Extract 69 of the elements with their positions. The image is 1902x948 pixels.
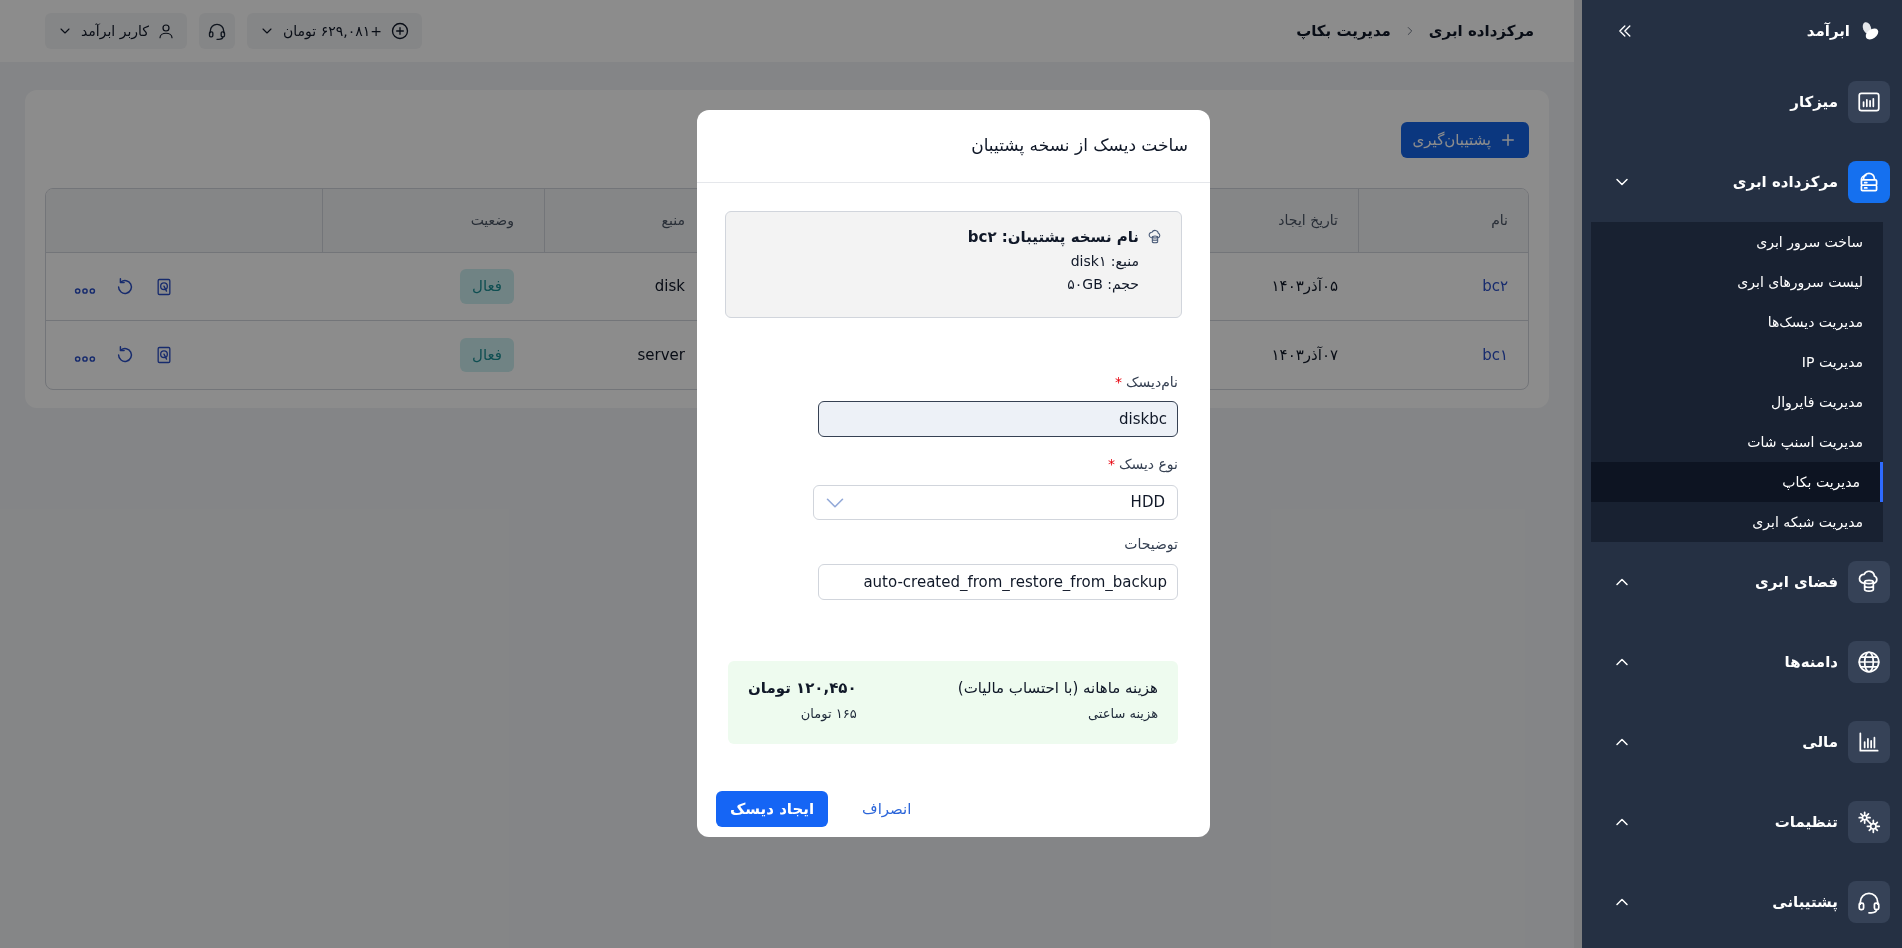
sidebar-label: مالی	[1802, 731, 1838, 753]
sidebar-label: دامنه‌ها	[1784, 651, 1838, 673]
breadcrumb-link[interactable]: مرکزداده ابری	[1428, 19, 1534, 43]
sidebar-item[interactable]: میزکار	[1582, 62, 1902, 142]
sidebar-item[interactable]: پشتیبانی	[1582, 862, 1902, 942]
backup-name: نام نسخه پشتیبان: bc۲	[967, 227, 1139, 249]
field-label-text: نوع دیسک	[1118, 455, 1178, 475]
column-header: وضعیت	[322, 189, 544, 252]
submenu-item[interactable]: مدیریت دیسک‌ها	[1591, 302, 1883, 342]
plus-icon	[1499, 131, 1517, 149]
sidebar-label: پشتیبانی	[1772, 891, 1838, 914]
field-label-text: نام‌دیسک	[1126, 373, 1178, 392]
required-mark: *	[1107, 455, 1115, 474]
breadcrumb-link[interactable]: مدیریت بکاپ	[1296, 19, 1391, 43]
submenu-item[interactable]: مدیریت شبکه ابری	[1591, 502, 1883, 542]
chevron-down-icon	[826, 497, 844, 508]
backup-name-link[interactable]: bc۱	[1482, 343, 1508, 367]
submenu-item[interactable]: مدیریت اسنپ شات	[1591, 422, 1883, 462]
hourly-label: هزینه ساعتی	[1086, 704, 1158, 723]
user-icon	[157, 22, 175, 40]
sidebar-item[interactable]: فضای ابری	[1582, 542, 1902, 622]
status-badge: فعال	[460, 269, 514, 304]
sidebar-label: تنظیمات	[1774, 811, 1838, 833]
submenu-item[interactable]: مدیریت بکاپ	[1591, 462, 1883, 502]
scrollbar[interactable]	[1574, 0, 1582, 948]
gears-icon	[1856, 809, 1882, 835]
select-value: HDD	[1130, 492, 1165, 514]
submenu-item[interactable]: مدیریت فایروال	[1591, 382, 1883, 422]
support-button[interactable]	[199, 13, 235, 49]
more-icon	[74, 355, 96, 363]
more-icon	[74, 286, 96, 295]
hourly-price: ۱۶۵ تومان	[799, 704, 857, 723]
input-field[interactable]: diskbc	[818, 401, 1178, 437]
submenu-item[interactable]: مدیریت IP	[1591, 342, 1883, 382]
cancel-button[interactable]: انصراف	[858, 791, 916, 827]
balance-button[interactable]: +۶۲۹,۰۸۱ تومان	[247, 13, 422, 49]
headset-icon	[207, 21, 227, 41]
brand-name: ابرآمد	[1806, 20, 1850, 42]
sidebar-item[interactable]: مرکزداده ابری	[1582, 142, 1902, 222]
required-mark: *	[1115, 373, 1122, 392]
cost-title: هزینه ماهانه (با احتساب مالیات)	[957, 678, 1158, 699]
table-cell-text: ۰۷آذر۱۴۰۳	[1271, 344, 1338, 366]
backup-name-link[interactable]: bc۲	[1482, 275, 1508, 298]
globe-icon	[1856, 649, 1882, 675]
submenu-item[interactable]: لیست سرورهای ابری	[1591, 262, 1883, 302]
cloud-database-icon	[1147, 229, 1163, 245]
sidebar-label: میزکار	[1790, 91, 1838, 113]
sidebar-label: فضای ابری	[1754, 571, 1838, 593]
backup-size: حجم: ۵۰GB	[1066, 274, 1139, 295]
column-header: نام	[1358, 189, 1528, 252]
sidebar-item[interactable]: دامنه‌ها	[1582, 622, 1902, 702]
sidebar-item[interactable]: مالی	[1582, 702, 1902, 782]
bar-chart-icon	[1856, 89, 1882, 115]
input-field[interactable]: auto-created_from_restore_from_backup	[818, 564, 1178, 600]
table-cell-text: server	[637, 344, 685, 366]
select-field[interactable]: HDD	[813, 485, 1178, 520]
field-label-text: توضیحات	[1124, 535, 1178, 555]
dialog-title: ساخت دیسک از نسخه پشتیبان	[971, 134, 1188, 158]
user-menu-button[interactable]: کاربر ابرآمد	[45, 13, 187, 49]
table-cell-text: disk	[654, 276, 685, 298]
create-disk-button[interactable]: ایجاد دیسک	[716, 791, 829, 827]
submenu-item[interactable]: ساخت سرور ابری	[1591, 222, 1883, 262]
sidebar-item[interactable]: تنظیمات	[1582, 782, 1902, 862]
plus-circle-icon	[389, 21, 410, 41]
status-badge: فعال	[460, 337, 514, 373]
backup-source: منبع: disk۱	[1069, 251, 1139, 272]
sidebar-label: مرکزداده ابری	[1732, 171, 1838, 193]
monthly-price: ۱۲۰,۴۵۰ تومان	[748, 678, 857, 699]
table-cell-text: ۰۵آذر۱۴۰۳	[1271, 276, 1338, 298]
